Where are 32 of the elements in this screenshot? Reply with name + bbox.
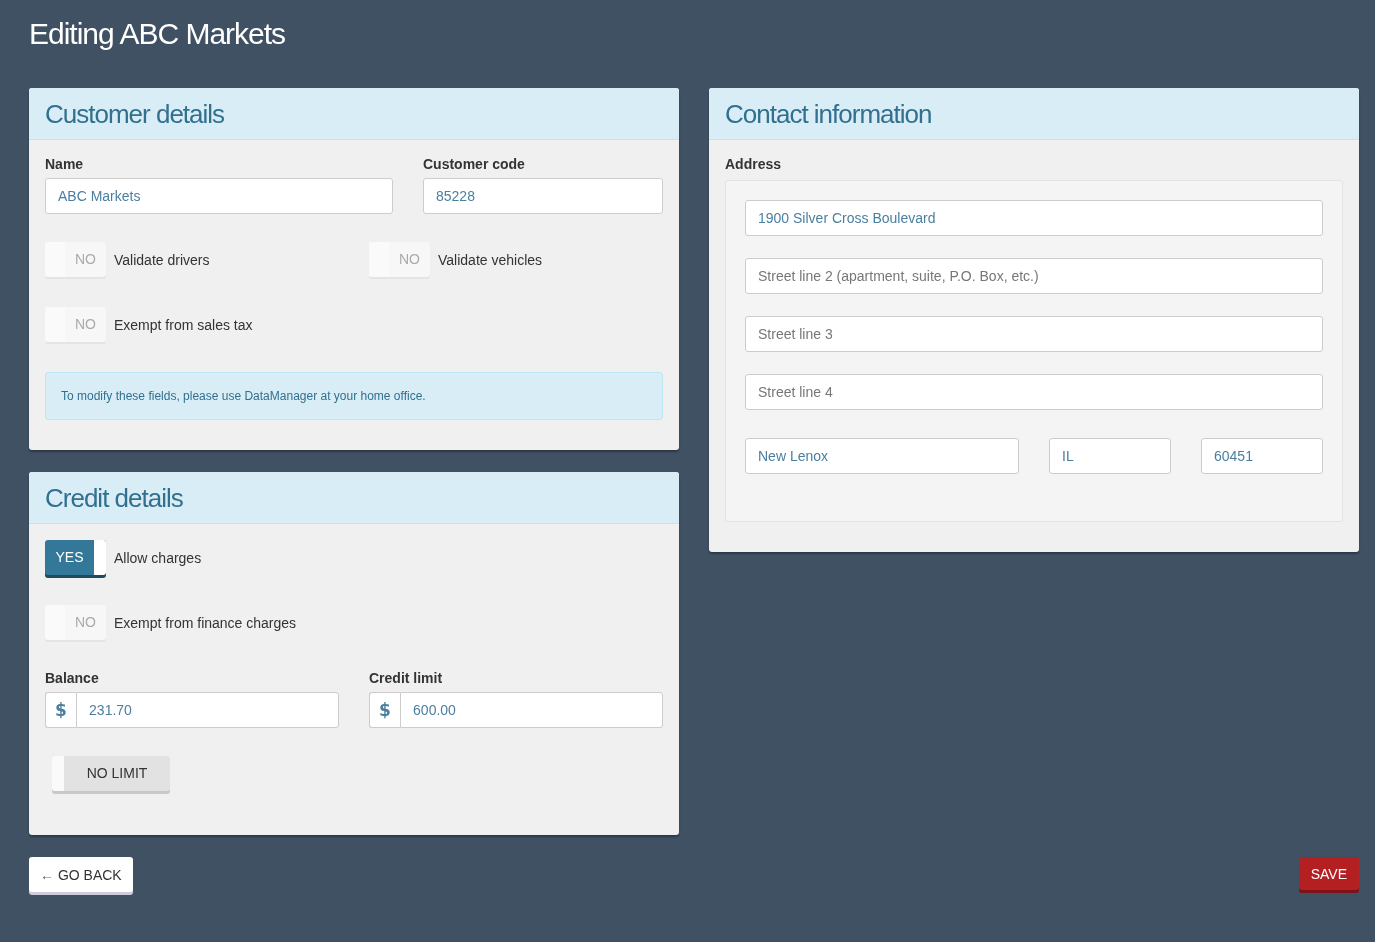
currency-addon: $ [45,692,77,728]
toggle-label: Exempt from sales tax [114,316,253,333]
field-label: Customer code [423,156,525,172]
field-label: Address [725,156,782,172]
input-field[interactable]: Street line 4 [745,374,1323,410]
card-title: Customer details [29,88,679,140]
input-field[interactable]: 85228 [423,178,663,214]
field-label: Credit limit [369,670,443,686]
no-limit-toggle[interactable]: NO LIMIT [52,756,170,791]
input-field[interactable]: 231.70 [76,692,339,728]
field-label: Name [45,156,84,172]
toggle-label: Allow charges [114,549,202,566]
input-field[interactable]: Street line 3 [745,316,1323,352]
info-notice: To modify these fields, please use DataManager at your home office. [45,372,663,420]
save-button[interactable]: SAVE [1298,857,1359,890]
input-field[interactable]: Street line 2 (apartment, suite, P.O. Box, etc.) [745,258,1323,294]
card-title: Contact information [709,88,1359,140]
field-label: Balance [45,670,99,686]
input-field[interactable]: 60451 [1201,438,1323,474]
input-field[interactable]: 600.00 [400,692,663,728]
input-field[interactable]: ABC Markets [45,178,393,214]
toggle-label: Exempt from finance charges [114,614,297,631]
card-title: Credit details [29,472,679,524]
go-back-button[interactable]: ← GO BACK [29,857,133,892]
input-field[interactable]: IL [1049,438,1171,474]
toggle-label: Validate vehicles [438,251,543,268]
toggle-label: Validate drivers [114,251,210,268]
page-title: Editing ABC Markets [29,16,286,52]
toggle-switch[interactable]: YES [45,540,106,575]
input-field[interactable]: New Lenox [745,438,1019,474]
input-field[interactable]: 1900 Silver Cross Boulevard [745,200,1323,236]
currency-addon: $ [369,692,401,728]
